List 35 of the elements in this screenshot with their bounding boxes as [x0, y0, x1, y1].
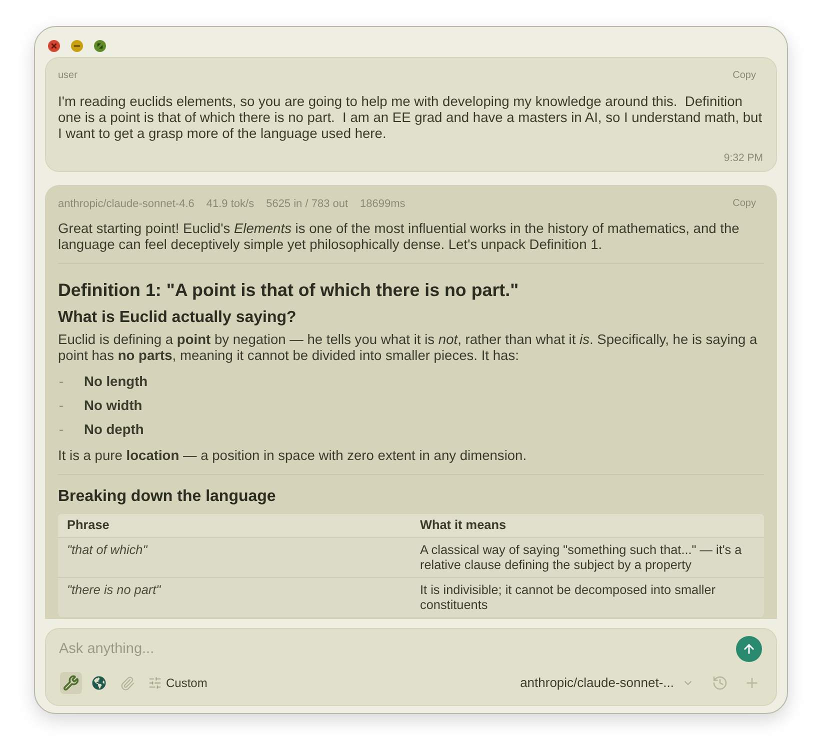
list-marker: - [58, 374, 65, 390]
send-button[interactable] [736, 636, 762, 662]
close-icon[interactable] [48, 40, 60, 52]
meta-text: 18699ms [360, 197, 406, 211]
table-header: What it means [420, 518, 506, 532]
history-icon [712, 675, 728, 691]
meta-text: anthropic/claude-sonnet-4.6 [58, 197, 194, 211]
sender-label: user [58, 69, 78, 83]
list-marker: - [58, 398, 65, 414]
table-cell: "there is no part" [67, 583, 161, 597]
plus-icon [744, 675, 760, 691]
timestamp: 9:32 PM [724, 151, 763, 165]
list-item-text: No depth [84, 422, 144, 438]
message-text: Euclid is defining a point by negation — he tells you what it is not, rather than what it is. Specifically, he is saying a point has no parts, meaning it cannot be divided into smaller pieces. It has: [58, 332, 758, 364]
table-cell: "that of which" [67, 543, 148, 557]
message-text: I'm reading euclids elements, so you are going to help me with developing my knowledge around this. Definition one is a point is that of which there is no part. I am an EE grad and have a masters in AI, so I understand math, but I want to get a grasp more of the language used here. [58, 94, 764, 142]
list-item-text: No length [84, 374, 148, 390]
sliders-icon [148, 676, 162, 690]
list-marker: - [58, 422, 65, 438]
zoom-icon[interactable] [94, 40, 106, 52]
table-cell: A classical way of saying "something such that..." — it's a relative clause defining the subject by a property [420, 543, 742, 572]
message-text: Great starting point! Euclid's Elements is one of the most influential works in the history of mathematics, and the language can feel deceptively simple yet philosophically dense. Let's unpack Definition 1. [58, 221, 740, 253]
table-header: Phrase [67, 518, 110, 532]
meta-text: 41.9 tok/s [206, 197, 254, 211]
mode-button[interactable]: Custom [148, 675, 208, 691]
subheading: Breaking down the language [58, 487, 277, 507]
meta-text: 5625 in / 783 out [266, 197, 348, 211]
table-cell: It is indivisible; it cannot be decomposed into smaller constituents [420, 583, 716, 612]
message-text: It is a pure location — a position in space with zero extent in any dimension. [58, 448, 528, 464]
minimize-icon[interactable] [71, 40, 83, 52]
heading: Definition 1: "A point is that of which there is no part." [58, 279, 520, 301]
message-input[interactable]: Ask anything... [59, 639, 736, 659]
list-item-text: No width [84, 398, 142, 414]
model-select[interactable]: anthropic/claude-sonnet-... [520, 675, 694, 691]
subheading: What is Euclid actually saying? [58, 308, 298, 328]
